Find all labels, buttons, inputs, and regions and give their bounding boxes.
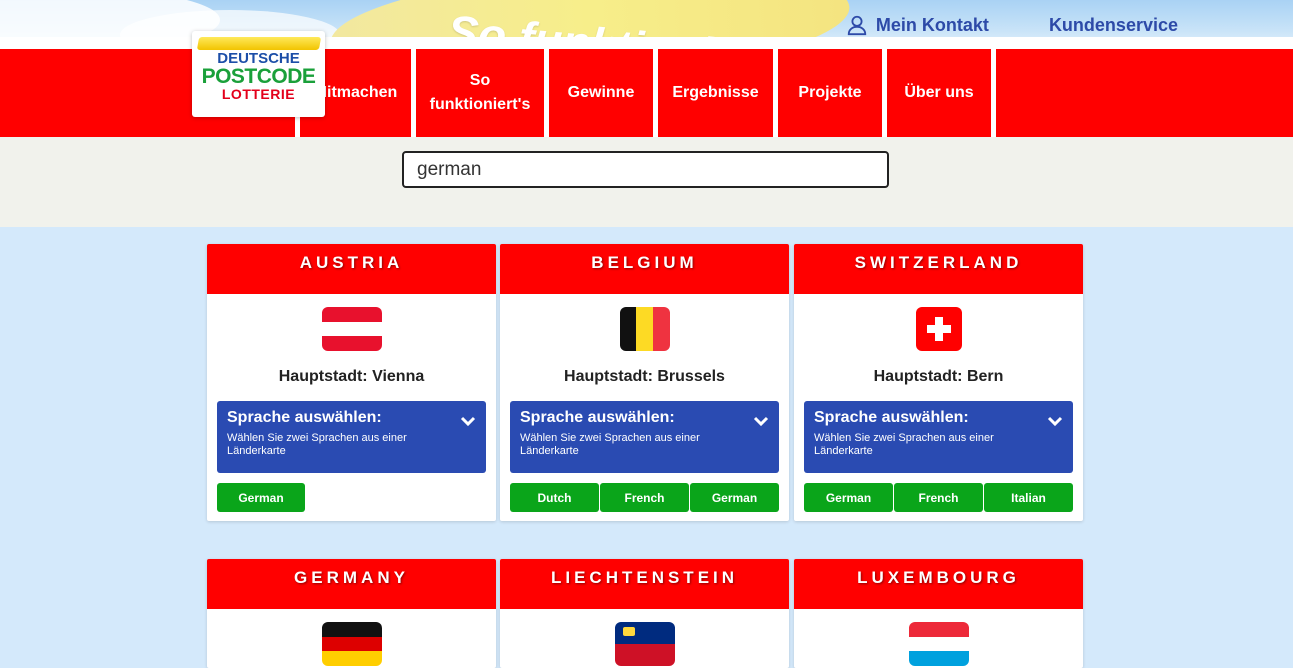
chevron-down-icon [460,416,476,427]
capital-label: Hauptstadt: Vienna [278,368,425,385]
customer-service-link[interactable]: Kundenservice [1049,15,1178,36]
nav-item-label: Gewinne [567,84,635,101]
logo-ribbon [196,37,321,50]
capital-label: Hauptstadt: Brussels [564,368,725,385]
language-button-german[interactable]: German [804,483,893,512]
chevron-down-icon [1047,416,1063,427]
language-button-german[interactable]: German [217,483,305,512]
flag-belgium-icon [619,307,670,351]
country-name: SWITZERLAND [794,244,1083,294]
nav-item-gewinne[interactable]: Gewinne [549,49,653,137]
country-card-liechtenstein: LIECHTENSTEIN [500,559,789,668]
search-area [0,137,1293,227]
nav-item-label: Über uns [904,84,974,101]
nav-item-label: Mitmachen [313,84,398,101]
chevron-down-icon [753,416,769,427]
flag-germany-icon [321,622,382,666]
language-buttons: German [217,483,486,512]
country-card-germany: GERMANY [207,559,496,668]
language-select-title: Sprache auswählen: [227,409,382,426]
country-card-austria: AUSTRIA Hauptstadt: Vienna Sprache auswä… [207,244,496,521]
country-card-luxembourg: LUXEMBOURG [794,559,1083,668]
country-name: LUXEMBOURG [794,559,1083,609]
country-name: GERMANY [207,559,496,609]
language-select-title: Sprache auswählen: [814,409,969,426]
flag-austria-icon [321,307,382,351]
flag-switzerland-icon [915,307,962,351]
language-select[interactable]: Sprache auswählen: Wählen Sie zwei Sprac… [510,401,779,473]
my-contact-label: Mein Kontakt [875,14,989,35]
language-select[interactable]: Sprache auswählen: Wählen Sie zwei Sprac… [217,401,486,473]
language-button-french[interactable]: French [894,483,983,512]
brand-logo[interactable]: DEUTSCHE POSTCODE LOTTERIE [192,31,325,117]
language-button-dutch[interactable]: Dutch [510,483,599,512]
nav-item-ueber-uns[interactable]: Über uns [887,49,991,137]
logo-text-line2: POSTCODE [201,65,316,88]
nav-item-label: Ergebnisse [672,84,759,101]
country-name: LIECHTENSTEIN [500,559,789,609]
language-select-hint: Wählen Sie zwei Sprachen aus einer Lände… [520,432,700,457]
logo-text-line3: LOTTERIE [221,86,296,102]
user-icon [847,15,867,36]
capital-label: Hauptstadt: Bern [873,368,1004,385]
country-name: BELGIUM [500,244,789,294]
language-button-italian[interactable]: Italian [984,483,1073,512]
flag-luxembourg-icon [908,622,969,666]
my-contact-link[interactable]: Mein Kontakt [846,14,989,36]
top-links: Mein Kontakt Kundenservice [846,14,1178,36]
logo-text-line1: DEUTSCHE [217,50,300,67]
country-search-input[interactable] [402,151,889,188]
language-select-hint: Wählen Sie zwei Sprachen aus einer Lände… [814,432,994,457]
language-select-hint: Wählen Sie zwei Sprachen aus einer Lände… [227,432,407,457]
customer-service-label: Kundenservice [1048,14,1178,35]
nav-item-projekte[interactable]: Projekte [778,49,882,137]
country-card-switzerland: SWITZERLAND Hauptstadt: Bern Sprache aus… [794,244,1083,521]
language-select[interactable]: Sprache auswählen: Wählen Sie zwei Sprac… [804,401,1073,473]
nav-item-so-funktionierts[interactable]: So funktioniert's [416,49,544,137]
language-button-french[interactable]: French [600,483,689,512]
language-buttons: German French Italian [804,483,1073,512]
nav-item-label: So funktioniert's [429,72,531,113]
country-card-belgium: BELGIUM Hauptstadt: Brussels Sprache aus… [500,244,789,521]
language-select-title: Sprache auswählen: [520,409,675,426]
language-button-german[interactable]: German [690,483,779,512]
country-name: AUSTRIA [207,244,496,294]
flag-liechtenstein-icon [614,622,675,666]
language-buttons: Dutch French German [510,483,779,512]
nav-item-label: Projekte [798,84,862,101]
nav-item-ergebnisse[interactable]: Ergebnisse [658,49,773,137]
nav-red-block [996,49,1293,137]
